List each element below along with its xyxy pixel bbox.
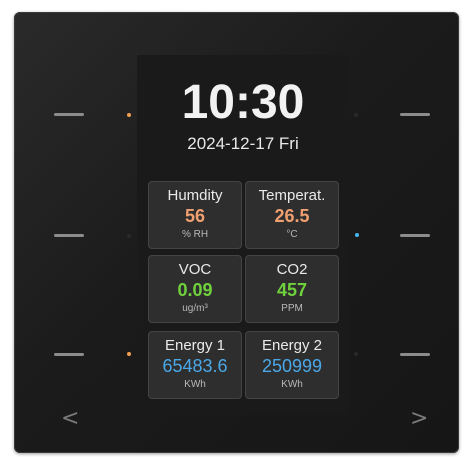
left-indicator-3	[127, 352, 131, 356]
right-indicator-3	[354, 352, 358, 356]
right-key-3[interactable]	[400, 353, 430, 356]
temperature-tile[interactable]: Temperat. 26.5 °C	[245, 181, 339, 249]
left-key-1[interactable]	[54, 113, 84, 116]
tile-value: 26.5	[274, 206, 310, 226]
left-key-2[interactable]	[54, 234, 84, 237]
left-indicator-2	[127, 234, 131, 238]
right-key-1[interactable]	[400, 113, 430, 116]
tile-label: Temperat.	[258, 187, 326, 204]
tile-unit: KWh	[281, 379, 303, 390]
prev-page-button[interactable]: <	[61, 408, 79, 430]
tile-unit: % RH	[181, 229, 209, 240]
display-screen: 10:30 2024-12-17 Fri Humdity 56 % RH Tem…	[137, 55, 349, 415]
tile-unit: °C	[286, 229, 298, 240]
tile-value: 250999	[261, 356, 323, 376]
clock-date: 2024-12-17 Fri	[187, 134, 299, 153]
tile-value: 457	[276, 280, 308, 300]
energy-1-tile[interactable]: Energy 1 65483.6 KWh	[148, 331, 242, 399]
smart-switch-panel: < > 10:30 2024-12-17 Fri Humdity 56 % RH…	[14, 12, 459, 453]
tile-value: 65483.6	[162, 356, 228, 376]
tile-value: 56	[184, 206, 206, 226]
co2-tile[interactable]: CO2 457 PPM	[245, 255, 339, 323]
humidity-tile[interactable]: Humdity 56 % RH	[148, 181, 242, 249]
tile-label: VOC	[178, 261, 212, 278]
tile-unit: PPM	[281, 303, 303, 314]
tile-unit: KWh	[184, 379, 206, 390]
tile-unit: ug/m³	[182, 303, 208, 314]
tile-label: CO2	[276, 261, 308, 278]
tile-value: 0.09	[177, 280, 213, 300]
right-key-2[interactable]	[400, 234, 430, 237]
right-indicator-2	[355, 233, 359, 237]
next-page-button[interactable]: >	[410, 408, 428, 430]
left-key-3[interactable]	[54, 353, 84, 356]
energy-2-tile[interactable]: Energy 2 250999 KWh	[245, 331, 339, 399]
right-indicator-1	[354, 113, 358, 117]
tile-label: Humdity	[167, 187, 223, 204]
voc-tile[interactable]: VOC 0.09 ug/m³	[148, 255, 242, 323]
tile-label: Energy 2	[261, 337, 323, 354]
clock-time: 10:30	[181, 76, 305, 129]
tile-label: Energy 1	[164, 337, 226, 354]
left-indicator-1	[127, 113, 131, 117]
